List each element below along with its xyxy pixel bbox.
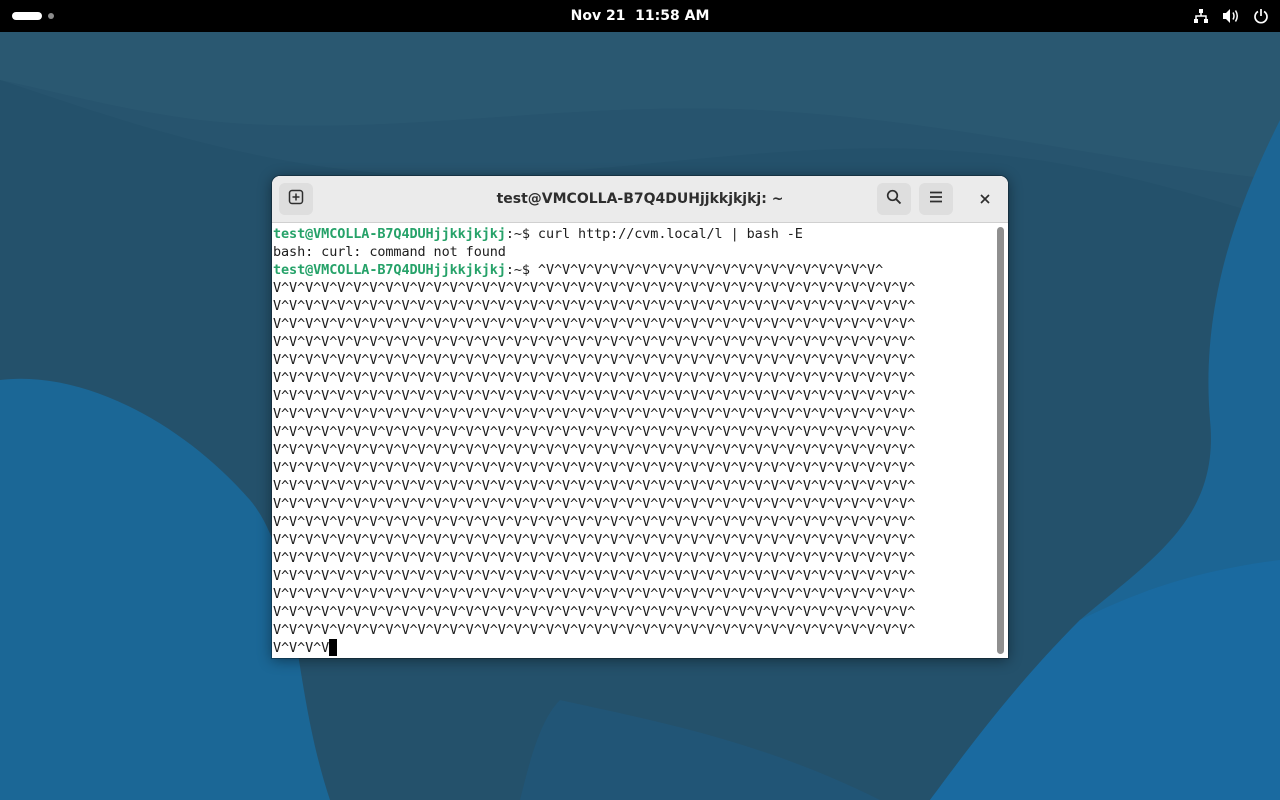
close-icon (979, 190, 991, 209)
terminal-line-text: V^V^V^V^V^V^V^V^V^V^V^V^V^V^V^V^V^V^V^V^… (273, 316, 916, 332)
terminal-line: V^V^V^V^V^V^V^V^V^V^V^V^V^V^V^V^V^V^V^V^… (273, 441, 994, 459)
terminal-line: V^V^V^V (273, 639, 994, 657)
terminal-line-text: bash: curl: command not found (273, 244, 506, 260)
terminal-output[interactable]: test@VMCOLLA-B7Q4DUHjjkkjkjkj:~$ curl ht… (272, 223, 994, 658)
terminal-line: bash: curl: command not found (273, 243, 994, 261)
terminal-scrollbar[interactable] (994, 223, 1008, 658)
search-icon (886, 189, 902, 209)
volume-icon (1222, 7, 1240, 25)
prompt-user-host: test@VMCOLLA-B7Q4DUHjjkkjkjkj (273, 262, 506, 278)
text-cursor (329, 639, 338, 656)
terminal-line-text: V^V^V^V^V^V^V^V^V^V^V^V^V^V^V^V^V^V^V^V^… (273, 460, 916, 476)
new-tab-icon (288, 189, 304, 209)
terminal-line: test@VMCOLLA-B7Q4DUHjjkkjkjkj:~$ ^V^V^V^… (273, 261, 994, 279)
top-bar: Nov 21 11:58 AM (0, 0, 1280, 32)
terminal-line: V^V^V^V^V^V^V^V^V^V^V^V^V^V^V^V^V^V^V^V^… (273, 333, 994, 351)
terminal-line: V^V^V^V^V^V^V^V^V^V^V^V^V^V^V^V^V^V^V^V^… (273, 369, 994, 387)
terminal-line-text: V^V^V^V^V^V^V^V^V^V^V^V^V^V^V^V^V^V^V^V^… (273, 622, 916, 638)
terminal-line: V^V^V^V^V^V^V^V^V^V^V^V^V^V^V^V^V^V^V^V^… (273, 423, 994, 441)
terminal-line: V^V^V^V^V^V^V^V^V^V^V^V^V^V^V^V^V^V^V^V^… (273, 387, 994, 405)
terminal-line-text: V^V^V^V^V^V^V^V^V^V^V^V^V^V^V^V^V^V^V^V^… (273, 406, 916, 422)
terminal-line-text: V^V^V^V^V^V^V^V^V^V^V^V^V^V^V^V^V^V^V^V^… (273, 532, 916, 548)
terminal-line: V^V^V^V^V^V^V^V^V^V^V^V^V^V^V^V^V^V^V^V^… (273, 603, 994, 621)
hamburger-menu-icon (928, 189, 944, 209)
terminal-line-text: V^V^V^V (273, 640, 330, 656)
system-tray[interactable] (1192, 0, 1270, 32)
search-button[interactable] (877, 183, 911, 215)
terminal-line-text: V^V^V^V^V^V^V^V^V^V^V^V^V^V^V^V^V^V^V^V^… (273, 334, 916, 350)
terminal-line: V^V^V^V^V^V^V^V^V^V^V^V^V^V^V^V^V^V^V^V^… (273, 279, 994, 297)
terminal-text: test@VMCOLLA-B7Q4DUHjjkkjkjkj:~$ curl ht… (273, 225, 994, 657)
terminal-line-text: :~$ ^V^V^V^V^V^V^V^V^V^V^V^V^V^V^V^V^V^V… (505, 262, 884, 278)
terminal-line-text: V^V^V^V^V^V^V^V^V^V^V^V^V^V^V^V^V^V^V^V^… (273, 478, 916, 494)
terminal-line: V^V^V^V^V^V^V^V^V^V^V^V^V^V^V^V^V^V^V^V^… (273, 459, 994, 477)
scrollbar-thumb[interactable] (997, 227, 1004, 654)
terminal-line: V^V^V^V^V^V^V^V^V^V^V^V^V^V^V^V^V^V^V^V^… (273, 513, 994, 531)
terminal-line: V^V^V^V^V^V^V^V^V^V^V^V^V^V^V^V^V^V^V^V^… (273, 477, 994, 495)
terminal-line-text: V^V^V^V^V^V^V^V^V^V^V^V^V^V^V^V^V^V^V^V^… (273, 604, 916, 620)
terminal-line: V^V^V^V^V^V^V^V^V^V^V^V^V^V^V^V^V^V^V^V^… (273, 351, 994, 369)
main-menu-button[interactable] (919, 183, 953, 215)
terminal-line: V^V^V^V^V^V^V^V^V^V^V^V^V^V^V^V^V^V^V^V^… (273, 567, 994, 585)
window-title: test@VMCOLLA-B7Q4DUHjjkkjkjkj: ~ (496, 191, 784, 207)
activities-indicator[interactable] (12, 8, 62, 24)
terminal-line-text: V^V^V^V^V^V^V^V^V^V^V^V^V^V^V^V^V^V^V^V^… (273, 298, 916, 314)
terminal-line-text: V^V^V^V^V^V^V^V^V^V^V^V^V^V^V^V^V^V^V^V^… (273, 514, 916, 530)
terminal-line-text: V^V^V^V^V^V^V^V^V^V^V^V^V^V^V^V^V^V^V^V^… (273, 586, 916, 602)
close-button[interactable] (972, 186, 998, 212)
terminal-window[interactable]: test@VMCOLLA-B7Q4DUHjjkkjkjkj: ~ test@VM… (272, 176, 1008, 658)
workspace-dot (48, 13, 54, 19)
terminal-line: V^V^V^V^V^V^V^V^V^V^V^V^V^V^V^V^V^V^V^V^… (273, 585, 994, 603)
terminal-line-text: :~$ curl http://cvm.local/l | bash -E (505, 226, 803, 242)
terminal-line-text: V^V^V^V^V^V^V^V^V^V^V^V^V^V^V^V^V^V^V^V^… (273, 568, 916, 584)
terminal-line-text: V^V^V^V^V^V^V^V^V^V^V^V^V^V^V^V^V^V^V^V^… (273, 388, 916, 404)
terminal-line: V^V^V^V^V^V^V^V^V^V^V^V^V^V^V^V^V^V^V^V^… (273, 315, 994, 333)
terminal-line-text: V^V^V^V^V^V^V^V^V^V^V^V^V^V^V^V^V^V^V^V^… (273, 550, 916, 566)
terminal-line: V^V^V^V^V^V^V^V^V^V^V^V^V^V^V^V^V^V^V^V^… (273, 495, 994, 513)
terminal-line: V^V^V^V^V^V^V^V^V^V^V^V^V^V^V^V^V^V^V^V^… (273, 297, 994, 315)
terminal-line: V^V^V^V^V^V^V^V^V^V^V^V^V^V^V^V^V^V^V^V^… (273, 621, 994, 639)
terminal-line: test@VMCOLLA-B7Q4DUHjjkkjkjkj:~$ curl ht… (273, 225, 994, 243)
terminal-line: V^V^V^V^V^V^V^V^V^V^V^V^V^V^V^V^V^V^V^V^… (273, 549, 994, 567)
terminal-line-text: V^V^V^V^V^V^V^V^V^V^V^V^V^V^V^V^V^V^V^V^… (273, 280, 916, 296)
terminal-line-text: V^V^V^V^V^V^V^V^V^V^V^V^V^V^V^V^V^V^V^V^… (273, 442, 916, 458)
terminal-line-text: V^V^V^V^V^V^V^V^V^V^V^V^V^V^V^V^V^V^V^V^… (273, 424, 916, 440)
power-icon (1252, 7, 1270, 25)
terminal-line-text: V^V^V^V^V^V^V^V^V^V^V^V^V^V^V^V^V^V^V^V^… (273, 352, 916, 368)
clock[interactable]: Nov 21 11:58 AM (490, 0, 790, 32)
terminal-headerbar[interactable]: test@VMCOLLA-B7Q4DUHjjkkjkjkj: ~ (272, 176, 1008, 223)
new-tab-button[interactable] (279, 183, 313, 215)
prompt-user-host: test@VMCOLLA-B7Q4DUHjjkkjkjkj (273, 226, 506, 242)
terminal-line-text: V^V^V^V^V^V^V^V^V^V^V^V^V^V^V^V^V^V^V^V^… (273, 370, 916, 386)
terminal-line: V^V^V^V^V^V^V^V^V^V^V^V^V^V^V^V^V^V^V^V^… (273, 531, 994, 549)
network-icon (1192, 7, 1210, 25)
terminal-line-text: V^V^V^V^V^V^V^V^V^V^V^V^V^V^V^V^V^V^V^V^… (273, 496, 916, 512)
active-workspace-pill (12, 12, 42, 20)
terminal-line: V^V^V^V^V^V^V^V^V^V^V^V^V^V^V^V^V^V^V^V^… (273, 405, 994, 423)
